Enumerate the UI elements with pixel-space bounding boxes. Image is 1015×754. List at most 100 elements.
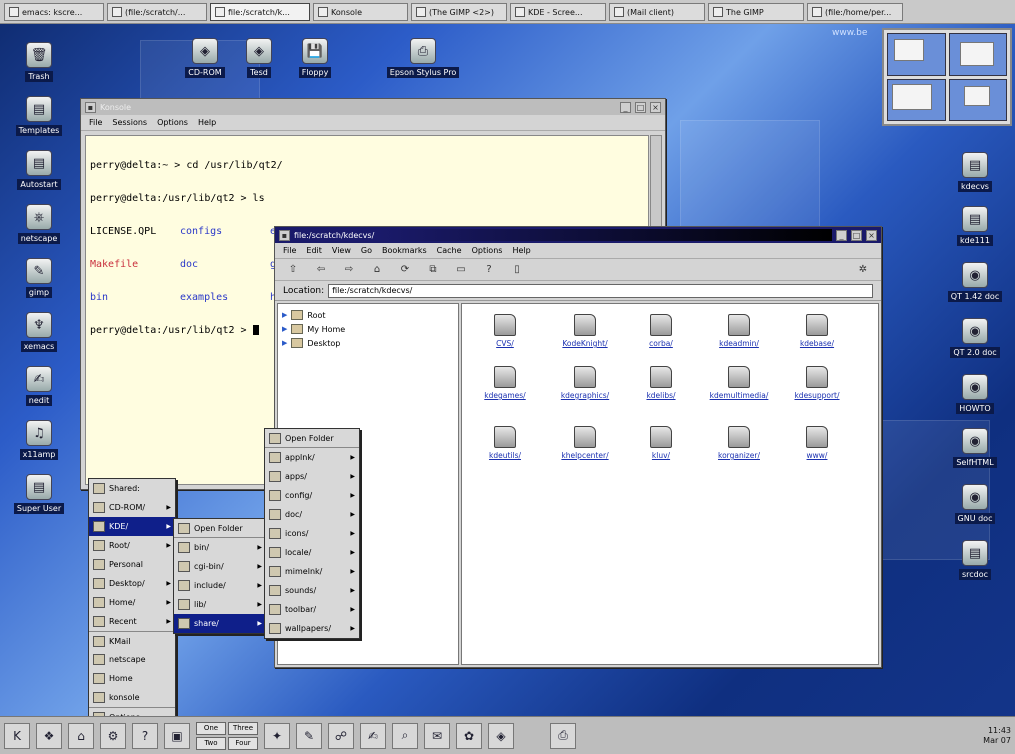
- menu-item-doc[interactable]: doc/▶: [265, 505, 359, 524]
- desktop-icon-templates[interactable]: ▤ Templates: [8, 96, 70, 136]
- task-file-scratch[interactable]: (file:/scratch/...: [107, 3, 207, 21]
- menu-cache[interactable]: Cache: [437, 246, 462, 255]
- pager-desktop-4[interactable]: [948, 78, 1007, 121]
- pager-desktop-3[interactable]: [887, 78, 946, 121]
- desktop-icon-x11amp[interactable]: ♫ x11amp: [8, 420, 70, 460]
- folder-item[interactable]: CVS/: [468, 314, 542, 348]
- folder-item[interactable]: kdegraphics/: [548, 366, 622, 400]
- folder-item[interactable]: khelpcenter/: [548, 426, 622, 460]
- desktop-icon-super-user[interactable]: ▤ Super User: [8, 474, 70, 514]
- task-konsole[interactable]: Konsole: [313, 3, 408, 21]
- desktop-button-two[interactable]: Two: [196, 736, 226, 750]
- close-icon[interactable]: ×: [866, 229, 877, 241]
- minimize-icon[interactable]: _: [836, 229, 847, 241]
- folder-item[interactable]: KodeKnight/: [548, 314, 622, 348]
- desktop-icon-howto[interactable]: ◉ HOWTO: [944, 374, 1006, 414]
- close-icon[interactable]: ×: [650, 101, 661, 113]
- tree-item-root[interactable]: ▶ Root: [282, 308, 454, 322]
- menu-item-applnk[interactable]: applnk/▶: [265, 448, 359, 467]
- folder-item[interactable]: korganizer/: [702, 426, 776, 460]
- menu-item-bin[interactable]: bin/▶: [174, 538, 266, 557]
- desktop-icon-netscape[interactable]: ⎈ netscape: [8, 204, 70, 244]
- menu-item-wallpapers[interactable]: wallpapers/▶: [265, 619, 359, 638]
- menu-item-open-folder[interactable]: Open Folder: [265, 429, 359, 448]
- folder-item[interactable]: kdeutils/: [468, 426, 542, 460]
- menu-item-open-folder[interactable]: Open Folder: [174, 519, 266, 538]
- task-gimp-2[interactable]: (The GIMP <2>): [411, 3, 507, 21]
- desktop-icon-srcdoc[interactable]: ▤ srcdoc: [944, 540, 1006, 580]
- desktop-icon-gimp[interactable]: ✎ gimp: [8, 258, 70, 298]
- task-file-home[interactable]: (file:/home/per...: [807, 3, 903, 21]
- menu-view[interactable]: View: [332, 246, 351, 255]
- maximize-icon[interactable]: □: [635, 101, 646, 113]
- menu-item-netscape[interactable]: netscape: [89, 650, 175, 669]
- menu-item-toolbar[interactable]: toolbar/▶: [265, 600, 359, 619]
- minimize-icon[interactable]: _: [620, 101, 631, 113]
- menu-item-include[interactable]: include/▶: [174, 576, 266, 595]
- menu-item-share[interactable]: share/▶: [174, 614, 266, 633]
- menu-item-cdrom[interactable]: CD-ROM/▶: [89, 498, 175, 517]
- menu-item-locale[interactable]: locale/▶: [265, 543, 359, 562]
- folder-item[interactable]: www/: [780, 426, 854, 460]
- menu-item-config[interactable]: config/▶: [265, 486, 359, 505]
- konsole-titlebar[interactable]: ▪ Konsole _ □ ×: [81, 99, 665, 115]
- menu-edit[interactable]: Edit: [306, 246, 322, 255]
- desktop-icon-tesd[interactable]: ◈ Tesd: [228, 38, 290, 78]
- desktop-pager[interactable]: [882, 28, 1012, 126]
- desktop-icon-printer[interactable]: ⎙ Epson Stylus Pro: [386, 38, 460, 78]
- desktop-button-three[interactable]: Three: [228, 721, 258, 735]
- k-menu-button[interactable]: K: [4, 722, 30, 749]
- copy-icon[interactable]: ⧉: [425, 262, 441, 278]
- home-folder-icon[interactable]: ⌂: [68, 722, 94, 749]
- pager-desktop-1[interactable]: [887, 33, 946, 76]
- cdrom-icon[interactable]: ◈: [488, 722, 514, 749]
- menu-item-konsole[interactable]: konsole: [89, 688, 175, 707]
- help-icon[interactable]: ?: [132, 722, 158, 749]
- desktop-icon-kdecvs[interactable]: ▤ kdecvs: [944, 152, 1006, 192]
- desktop-icon-qt142-doc[interactable]: ◉ QT 1.42 doc: [944, 262, 1006, 302]
- folder-item[interactable]: kluv/: [624, 426, 698, 460]
- menu-item-desktop[interactable]: Desktop/▶: [89, 574, 175, 593]
- window-list-icon[interactable]: ❖: [36, 722, 62, 749]
- pager-desktop-2[interactable]: [948, 33, 1007, 76]
- help-icon[interactable]: ?: [481, 262, 497, 278]
- task-kde-screenshot[interactable]: KDE - Scree...: [510, 3, 606, 21]
- file-manager-titlebar[interactable]: ▪ file:/scratch/kdecvs/ _ □ ×: [275, 227, 881, 243]
- menu-item-sounds[interactable]: sounds/▶: [265, 581, 359, 600]
- search-icon[interactable]: ⌕: [392, 722, 418, 749]
- menu-sessions[interactable]: Sessions: [112, 118, 147, 127]
- expand-icon[interactable]: ▶: [282, 339, 287, 347]
- menu-item-icons[interactable]: icons/▶: [265, 524, 359, 543]
- expand-icon[interactable]: ▶: [282, 311, 287, 319]
- menu-help[interactable]: Help: [198, 118, 216, 127]
- editor-icon[interactable]: ✍: [360, 722, 386, 749]
- menu-options[interactable]: Options: [157, 118, 188, 127]
- menu-item-shared[interactable]: Shared:: [89, 479, 175, 498]
- home-icon[interactable]: ⌂: [369, 262, 385, 278]
- expand-icon[interactable]: ▶: [282, 325, 287, 333]
- window-menu-icon[interactable]: ▪: [85, 101, 96, 113]
- forward-icon[interactable]: ⇨: [341, 262, 357, 278]
- stop-icon[interactable]: ▯: [509, 262, 525, 278]
- menu-file[interactable]: File: [283, 246, 296, 255]
- menu-options[interactable]: Options: [472, 246, 503, 255]
- clock[interactable]: 11:43 Mar 07: [983, 726, 1011, 746]
- menu-item-home-link[interactable]: Home: [89, 669, 175, 688]
- menu-item-lib[interactable]: lib/▶: [174, 595, 266, 614]
- menu-item-root[interactable]: Root/▶: [89, 536, 175, 555]
- folder-item[interactable]: kdemultimedia/: [702, 366, 776, 400]
- gimp-icon[interactable]: ✎: [296, 722, 322, 749]
- desktop-icon-floppy[interactable]: 💾 Floppy: [284, 38, 346, 78]
- printer-icon[interactable]: ⎙: [550, 722, 576, 749]
- desktop-icon-trash[interactable]: 🗑 Trash: [8, 42, 70, 82]
- menu-item-apps[interactable]: apps/▶: [265, 467, 359, 486]
- window-menu-icon[interactable]: ▪: [279, 229, 290, 241]
- folder-item[interactable]: kdegames/: [468, 366, 542, 400]
- task-gimp[interactable]: The GIMP: [708, 3, 804, 21]
- location-input[interactable]: [328, 283, 873, 298]
- terminal-icon[interactable]: ▣: [164, 722, 190, 749]
- desktop-icon-autostart[interactable]: ▤ Autostart: [8, 150, 70, 190]
- desktop-icon-gnu-doc[interactable]: ◉ GNU doc: [944, 484, 1006, 524]
- tree-item-desktop[interactable]: ▶ Desktop: [282, 336, 454, 350]
- menu-file[interactable]: File: [89, 118, 102, 127]
